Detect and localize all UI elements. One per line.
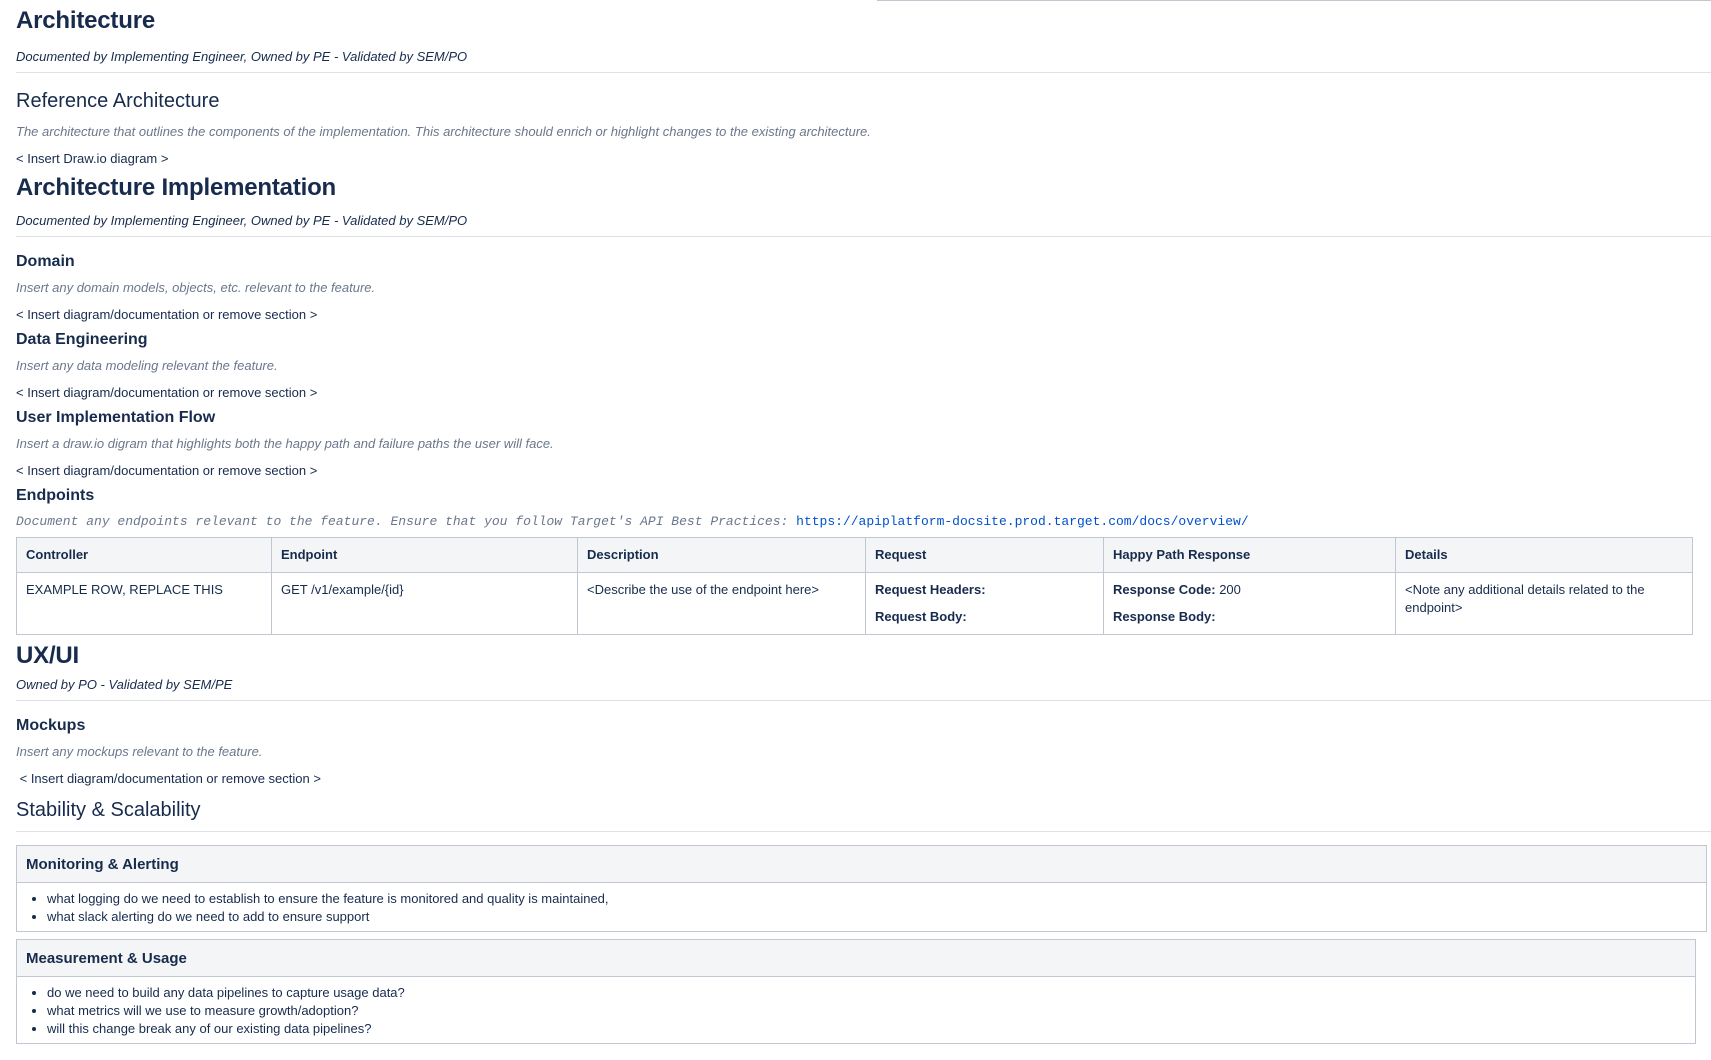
list-item: what metrics will we use to measure grow… xyxy=(47,1002,1686,1020)
reference-architecture-heading: Reference Architecture xyxy=(16,90,220,112)
request-headers-label: Request Headers: xyxy=(875,582,986,597)
monitoring-panel: Monitoring & Alerting what logging do we… xyxy=(16,845,1707,932)
measurement-panel-body: do we need to build any data pipelines t… xyxy=(17,977,1695,1043)
request-body-label: Request Body: xyxy=(875,609,967,624)
table-row: EXAMPLE ROW, REPLACE THIS GET /v1/exampl… xyxy=(16,572,1693,635)
uxui-owner: Owned by PO - Validated by SEM/PE xyxy=(16,677,233,692)
column-header-endpoint: Endpoint xyxy=(271,537,578,573)
section-divider xyxy=(16,831,1711,832)
endpoints-hint-text: Document any endpoints relevant to the f… xyxy=(16,514,789,529)
mockups-placeholder: < Insert diagram/documentation or remove… xyxy=(16,771,321,786)
cell-response: Response Code: 200 Response Body: xyxy=(1103,572,1396,635)
reference-architecture-hint: The architecture that outlines the compo… xyxy=(16,124,871,139)
top-divider xyxy=(877,0,1711,1)
measurement-list: do we need to build any data pipelines t… xyxy=(26,984,1686,1038)
column-header-details: Details xyxy=(1395,537,1693,573)
user-flow-placeholder: < Insert diagram/documentation or remove… xyxy=(16,463,318,478)
section-divider xyxy=(16,72,1711,73)
uxui-heading: UX/UI xyxy=(16,642,80,669)
list-item: will this change break any of our existi… xyxy=(47,1020,1686,1038)
list-item: what logging do we need to establish to … xyxy=(47,890,1697,908)
response-code-value: 200 xyxy=(1215,582,1241,597)
endpoints-table: Controller Endpoint Description Request … xyxy=(16,537,1693,635)
endpoints-hint: Document any endpoints relevant to the f… xyxy=(16,513,1711,531)
measurement-panel: Measurement & Usage do we need to build … xyxy=(16,939,1696,1044)
architecture-heading: Architecture xyxy=(16,7,155,34)
domain-placeholder: < Insert diagram/documentation or remove… xyxy=(16,307,318,322)
api-best-practices-link[interactable]: https://apiplatform-docsite.prod.target.… xyxy=(796,514,1248,529)
domain-heading: Domain xyxy=(16,253,75,270)
monitoring-list: what logging do we need to establish to … xyxy=(26,890,1697,926)
user-flow-heading: User Implementation Flow xyxy=(16,409,216,426)
architecture-owner: Documented by Implementing Engineer, Own… xyxy=(16,49,468,64)
list-item: do we need to build any data pipelines t… xyxy=(47,984,1686,1002)
cell-details: <Note any additional details related to … xyxy=(1395,572,1693,635)
endpoints-heading: Endpoints xyxy=(16,487,95,504)
stability-heading: Stability & Scalability xyxy=(16,799,201,821)
architecture-implementation-heading: Architecture Implementation xyxy=(16,174,336,201)
column-header-controller: Controller xyxy=(16,537,272,573)
user-flow-hint: Insert a draw.io digram that highlights … xyxy=(16,436,554,451)
table-header-row: Controller Endpoint Description Request … xyxy=(16,537,1693,573)
monitoring-panel-body: what logging do we need to establish to … xyxy=(17,883,1706,931)
document-page: Architecture Documented by Implementing … xyxy=(16,6,1711,1044)
monitoring-panel-title: Monitoring & Alerting xyxy=(17,846,1706,883)
domain-hint: Insert any domain models, objects, etc. … xyxy=(16,280,376,295)
mockups-hint: Insert any mockups relevant to the featu… xyxy=(16,744,263,759)
cell-request: Request Headers: Request Body: xyxy=(865,572,1104,635)
cell-controller: EXAMPLE ROW, REPLACE THIS xyxy=(16,572,272,635)
column-header-request: Request xyxy=(865,537,1104,573)
section-divider xyxy=(16,236,1711,237)
architecture-implementation-owner: Documented by Implementing Engineer, Own… xyxy=(16,213,468,228)
column-header-description: Description xyxy=(577,537,866,573)
section-divider xyxy=(16,700,1711,701)
cell-endpoint: GET /v1/example/{id} xyxy=(271,572,578,635)
mockups-heading: Mockups xyxy=(16,717,86,734)
data-engineering-hint: Insert any data modeling relevant the fe… xyxy=(16,358,278,373)
list-item: what slack alerting do we need to add to… xyxy=(47,908,1697,926)
response-code-label: Response Code: xyxy=(1113,582,1216,597)
response-body-label: Response Body: xyxy=(1113,609,1216,624)
cell-description: <Describe the use of the endpoint here> xyxy=(577,572,866,635)
data-engineering-heading: Data Engineering xyxy=(16,331,148,348)
measurement-panel-title: Measurement & Usage xyxy=(17,940,1695,977)
reference-architecture-placeholder: < Insert Draw.io diagram > xyxy=(16,151,169,166)
column-header-response: Happy Path Response xyxy=(1103,537,1396,573)
data-engineering-placeholder: < Insert diagram/documentation or remove… xyxy=(16,385,318,400)
